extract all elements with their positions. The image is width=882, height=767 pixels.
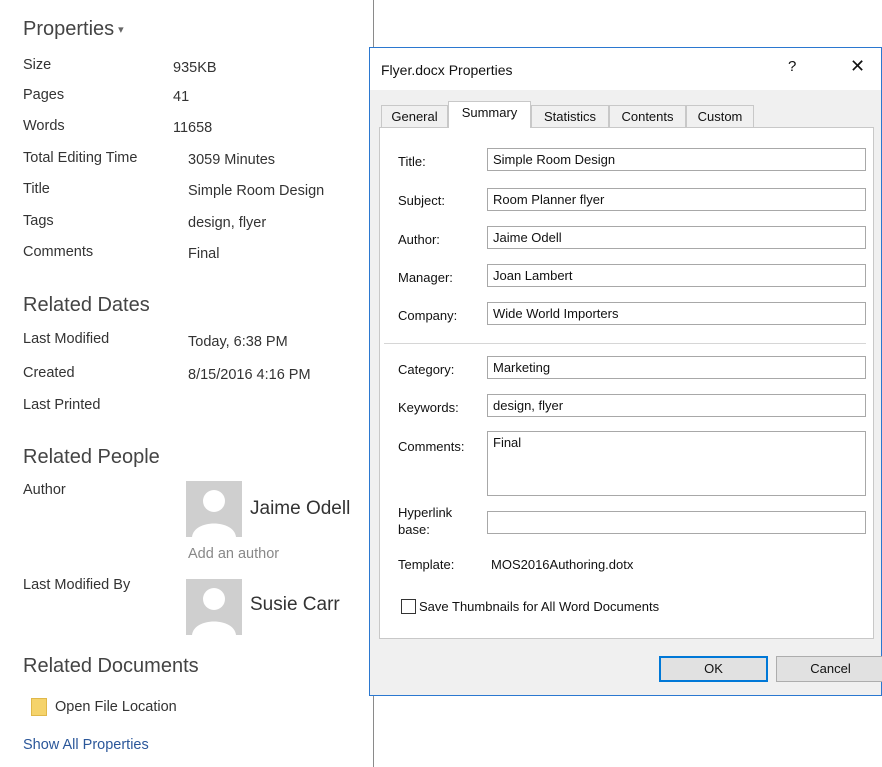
properties-panel: Properties ▾ Size 935KB Pages 41 Words 11… bbox=[0, 0, 374, 767]
tab-custom[interactable]: Custom bbox=[686, 105, 754, 127]
date-value-last-modified: Today, 6:38 PM bbox=[188, 334, 288, 350]
property-label-words: Words bbox=[23, 118, 65, 134]
category-label: Category: bbox=[398, 362, 455, 377]
save-thumbnails-checkbox[interactable] bbox=[401, 599, 416, 614]
properties-dialog: Flyer.docx Properties ? ✕ General Summar… bbox=[369, 47, 882, 696]
date-label-last-printed: Last Printed bbox=[23, 397, 101, 413]
date-value-created: 8/15/2016 4:16 PM bbox=[188, 367, 311, 383]
keywords-label: Keywords: bbox=[398, 400, 459, 415]
last-modified-by-name[interactable]: Susie Carr bbox=[250, 594, 340, 616]
show-all-properties-link[interactable]: Show All Properties bbox=[23, 737, 149, 753]
manager-label: Manager: bbox=[398, 270, 453, 285]
property-value-words: 11658 bbox=[173, 120, 213, 136]
property-value-tags[interactable]: design, flyer bbox=[188, 215, 266, 231]
property-value-comments[interactable]: Final bbox=[188, 246, 219, 262]
author-field-label: Author: bbox=[398, 232, 440, 247]
property-label-tags: Tags bbox=[23, 213, 54, 229]
author-label: Author bbox=[23, 482, 66, 498]
related-documents-heading: Related Documents bbox=[23, 655, 199, 677]
property-value-editing-time: 3059 Minutes bbox=[188, 152, 276, 168]
company-field[interactable]: Wide World Importers bbox=[487, 302, 866, 325]
template-value: MOS2016Authoring.dotx bbox=[491, 557, 634, 572]
add-author-link[interactable]: Add an author bbox=[188, 546, 279, 562]
hyperlink-base-label-line2: base: bbox=[398, 522, 430, 537]
properties-heading-text: Properties bbox=[23, 18, 115, 40]
category-field[interactable]: Marketing bbox=[487, 356, 866, 379]
property-value-size: 935KB bbox=[173, 60, 217, 76]
keywords-field[interactable]: design, flyer bbox=[487, 394, 866, 417]
close-button[interactable]: ✕ bbox=[850, 56, 865, 77]
template-label: Template: bbox=[398, 557, 455, 572]
date-label-created: Created bbox=[23, 365, 75, 381]
folder-icon bbox=[31, 698, 47, 716]
last-modified-by-label: Last Modified By bbox=[23, 577, 131, 593]
comments-label: Comments: bbox=[398, 439, 465, 454]
manager-field[interactable]: Joan Lambert bbox=[487, 264, 866, 287]
property-label-size: Size bbox=[23, 57, 52, 73]
comments-field[interactable]: Final bbox=[487, 431, 866, 496]
hyperlink-base-label-line1: Hyperlink bbox=[398, 505, 453, 520]
open-file-location-link[interactable]: Open File Location bbox=[55, 699, 177, 715]
property-value-title[interactable]: Simple Room Design bbox=[188, 183, 324, 199]
author-field[interactable]: Jaime Odell bbox=[487, 226, 866, 249]
separator bbox=[384, 343, 866, 344]
tab-general[interactable]: General bbox=[381, 105, 448, 127]
author-avatar-icon[interactable] bbox=[186, 481, 242, 537]
dropdown-caret-icon[interactable]: ▾ bbox=[118, 24, 124, 36]
save-thumbnails-label[interactable]: Save Thumbnails for All Word Documents bbox=[419, 599, 659, 614]
tab-contents[interactable]: Contents bbox=[609, 105, 686, 127]
dialog-titlebar[interactable]: Flyer.docx Properties ? ✕ bbox=[370, 48, 881, 90]
title-field[interactable]: Simple Room Design bbox=[487, 148, 866, 171]
property-label-pages: Pages bbox=[23, 87, 65, 103]
dialog-title: Flyer.docx Properties bbox=[381, 62, 513, 78]
property-label-title: Title bbox=[23, 181, 50, 197]
last-modified-by-avatar-icon[interactable] bbox=[186, 579, 242, 635]
cancel-button[interactable]: Cancel bbox=[776, 656, 882, 682]
help-button[interactable]: ? bbox=[788, 58, 796, 75]
property-value-pages: 41 bbox=[173, 89, 190, 105]
hyperlink-base-field[interactable] bbox=[487, 511, 866, 534]
properties-heading[interactable]: Properties ▾ bbox=[23, 18, 124, 41]
related-dates-heading: Related Dates bbox=[23, 294, 150, 316]
company-label: Company: bbox=[398, 308, 458, 323]
tab-summary[interactable]: Summary bbox=[448, 101, 531, 128]
property-label-comments: Comments bbox=[23, 244, 94, 260]
property-label-editing-time: Total Editing Time bbox=[23, 150, 138, 166]
date-label-last-modified: Last Modified bbox=[23, 331, 110, 347]
related-people-heading: Related People bbox=[23, 446, 160, 468]
author-name[interactable]: Jaime Odell bbox=[250, 498, 350, 520]
title-label: Title: bbox=[398, 154, 426, 169]
subject-field[interactable]: Room Planner flyer bbox=[487, 188, 866, 211]
ok-button[interactable]: OK bbox=[659, 656, 768, 682]
tab-statistics[interactable]: Statistics bbox=[531, 105, 609, 127]
subject-label: Subject: bbox=[398, 193, 445, 208]
